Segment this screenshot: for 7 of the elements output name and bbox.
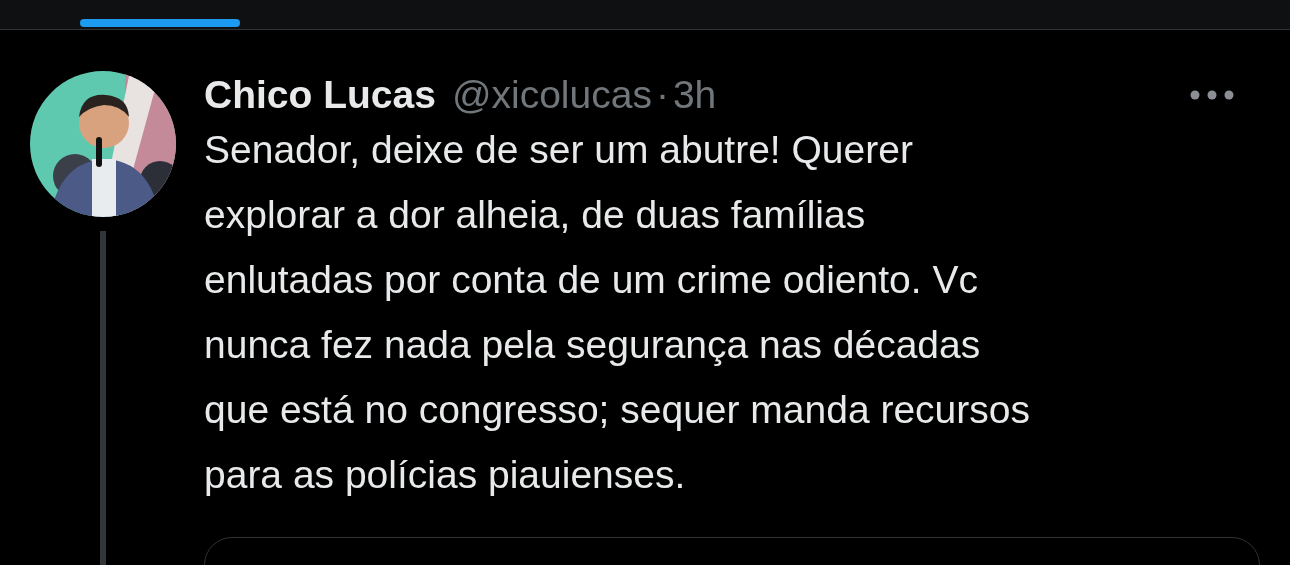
tab-indicator[interactable] (80, 19, 240, 27)
author-name[interactable]: Chico Lucas (204, 73, 436, 117)
timestamp[interactable]: 3h (672, 73, 717, 117)
tweet-text: Senador, deixe de ser um abutre! Querer explorar a dor alheia, de duas famílias enlutadas por conta de um crime odiento. Vc nunca fez nada pela segurança nas décadas que está no congresso; sequer manda recursos para as polícias piauienses. (204, 127, 1031, 498)
separator: · (655, 73, 669, 117)
more-icon[interactable] (1190, 90, 1234, 100)
author-handle[interactable]: @xicolucas (451, 73, 652, 117)
